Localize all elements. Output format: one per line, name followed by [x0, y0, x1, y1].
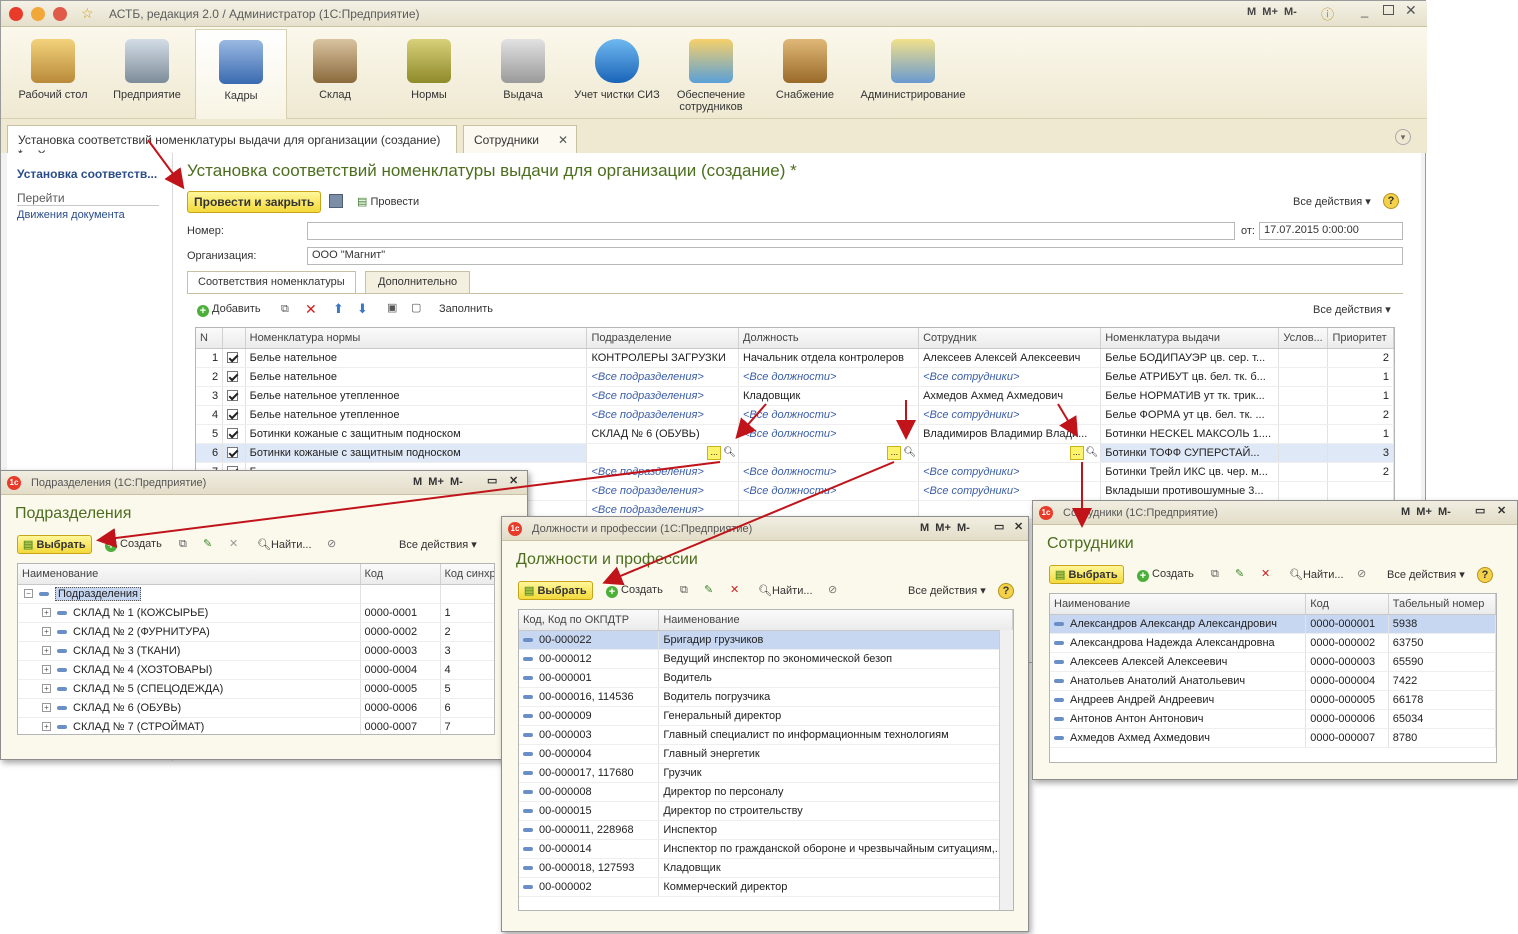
arrow-to-positions: [602, 461, 895, 586]
arrow-employee-dots: [1057, 403, 1079, 438]
arrow-post-close: [147, 139, 185, 190]
annotation-arrows: [96, 139, 1092, 586]
arrow-to-divisions: [96, 461, 721, 548]
arrow-division-dots: [735, 403, 767, 440]
